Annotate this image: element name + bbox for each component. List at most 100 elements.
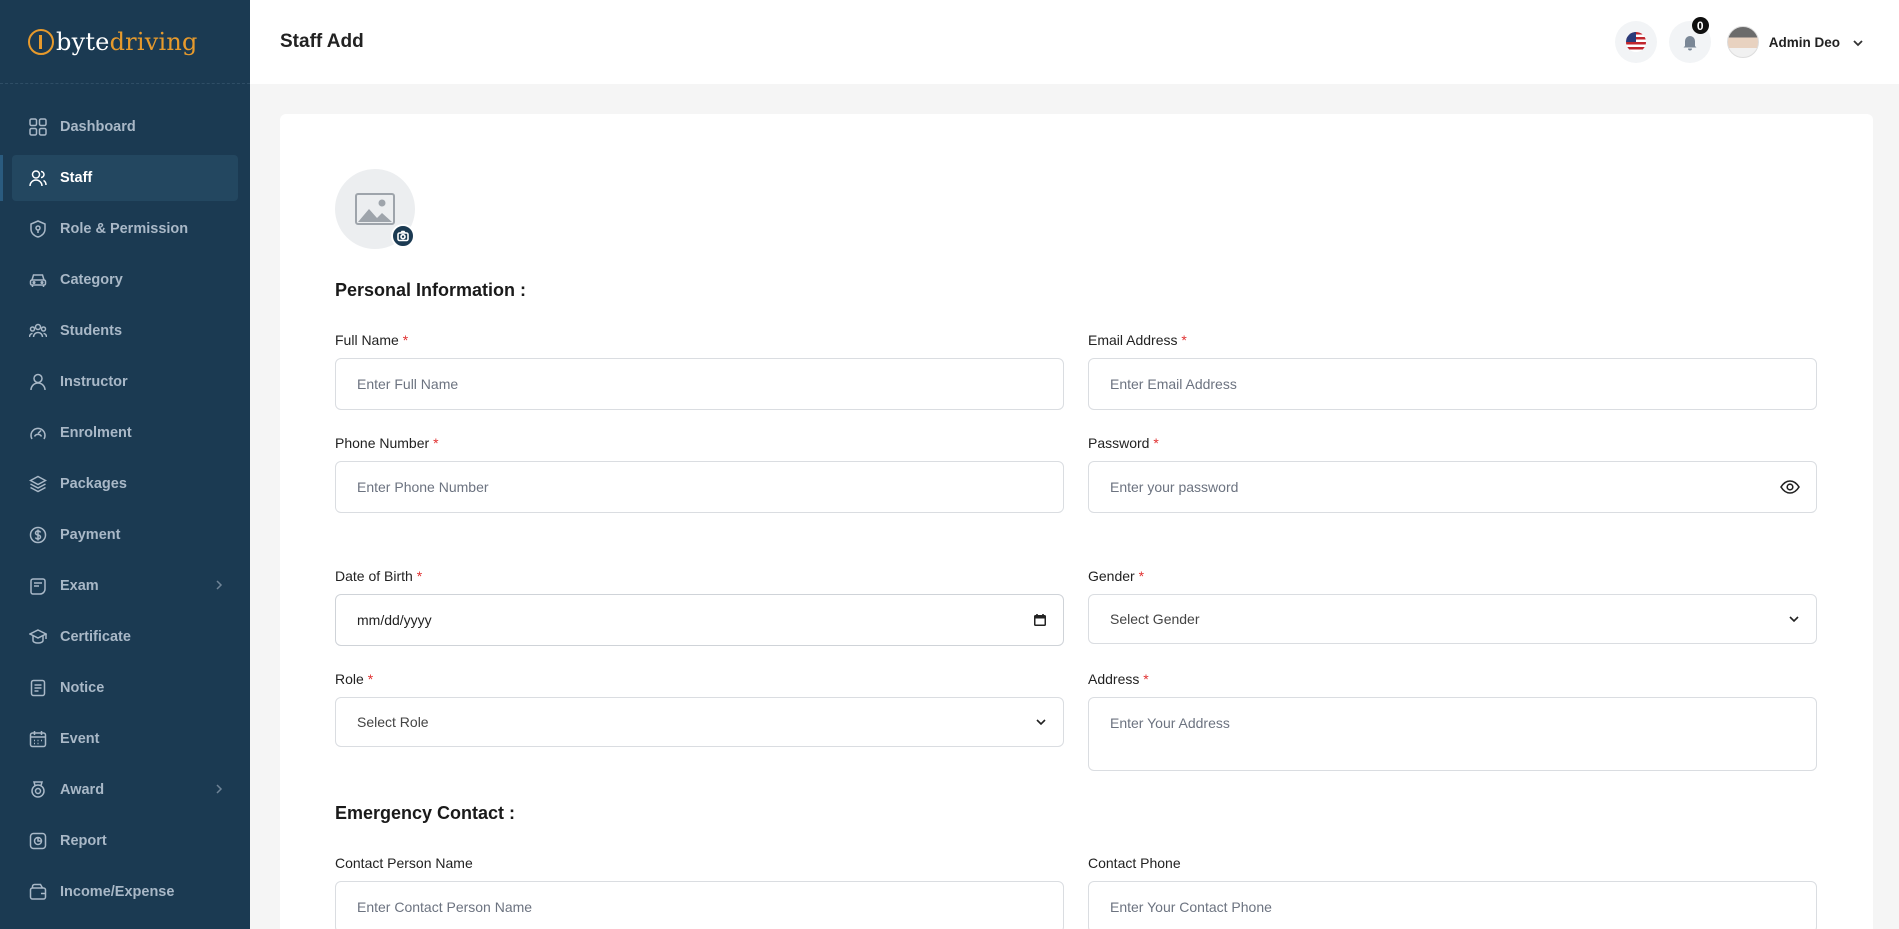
- contact-name-input[interactable]: Enter Contact Person Name: [335, 881, 1064, 929]
- exam-icon: [29, 577, 47, 595]
- required-asterisk: *: [1153, 435, 1159, 451]
- dashboard-icon: [29, 118, 47, 136]
- logo-text-byte: byte: [56, 27, 110, 56]
- sidebar-item-event[interactable]: Event: [12, 716, 238, 762]
- sidebar-item-students[interactable]: Students: [12, 308, 238, 354]
- required-asterisk: *: [402, 332, 409, 348]
- notice-icon: [29, 679, 47, 697]
- car-icon: [29, 271, 47, 289]
- layers-icon: [29, 475, 47, 493]
- sidebar-item-label: Enrolment: [60, 425, 132, 441]
- eye-icon[interactable]: [1780, 480, 1800, 494]
- sidebar-item-income-expense[interactable]: Income/Expense: [12, 869, 238, 915]
- sidebar-item-certificate[interactable]: Certificate: [12, 614, 238, 660]
- sidebar-item-label: Payment: [60, 527, 121, 543]
- notification-count-badge: 0: [1691, 17, 1709, 34]
- sidebar-item-label: Exam: [60, 578, 99, 594]
- sidebar-item-award[interactable]: Award: [12, 767, 238, 813]
- required-asterisk: *: [1138, 568, 1145, 584]
- dob-field: Date of Birth * mm/dd/yyyy: [335, 568, 1064, 646]
- contact-name-label: Contact Person Name: [335, 855, 473, 871]
- sidebar-item-payment[interactable]: Payment: [12, 512, 238, 558]
- contact-phone-input[interactable]: Enter Your Contact Phone: [1088, 881, 1817, 929]
- camera-icon: [397, 230, 409, 242]
- role-select[interactable]: Select Role: [335, 697, 1064, 747]
- students-icon: [29, 322, 47, 340]
- user-name: Admin Deo: [1768, 34, 1840, 50]
- dob-input[interactable]: mm/dd/yyyy: [335, 594, 1064, 646]
- password-field: Password * Enter your password: [1088, 435, 1817, 513]
- required-asterisk: *: [416, 568, 423, 584]
- sidebar-item-notice[interactable]: Notice: [12, 665, 238, 711]
- sidebar-item-report[interactable]: Report: [12, 818, 238, 864]
- sidebar-item-exam[interactable]: Exam: [12, 563, 238, 609]
- sidebar-item-label: Dashboard: [60, 119, 136, 135]
- chevron-down-icon: [1035, 716, 1047, 728]
- contact-phone-label: Contact Phone: [1088, 855, 1181, 871]
- phone-input[interactable]: Enter Phone Number: [335, 461, 1064, 513]
- full-name-input[interactable]: Enter Full Name: [335, 358, 1064, 410]
- sidebar: bytedriving Dashboard Staff Role & Permi…: [0, 0, 250, 929]
- role-field: Role * Select Role: [335, 671, 1064, 747]
- user-icon: [29, 373, 47, 391]
- contact-name-field: Contact Person Name Enter Contact Person…: [335, 855, 1064, 929]
- chevron-down-icon: [1788, 613, 1800, 625]
- sidebar-nav: Dashboard Staff Role & Permission Catego…: [0, 84, 250, 915]
- sidebar-item-packages[interactable]: Packages: [12, 461, 238, 507]
- full-name-field: Full Name * Enter Full Name: [335, 332, 1064, 410]
- notifications-button[interactable]: 0: [1668, 17, 1711, 63]
- sidebar-item-label: Role & Permission: [60, 221, 189, 237]
- emergency-contact-heading: Emergency Contact :: [335, 803, 516, 823]
- sidebar-item-label: Instructor: [60, 374, 128, 390]
- required-asterisk: *: [433, 435, 439, 451]
- chevron-right-icon: [212, 782, 226, 796]
- full-name-label: Full Name: [335, 332, 399, 348]
- wallet-icon: [29, 883, 47, 901]
- header-actions: 0 Admin Deo: [1603, 17, 1864, 63]
- staff-icon: [29, 169, 47, 187]
- report-icon: [29, 832, 47, 850]
- sidebar-item-label: Staff: [60, 170, 93, 186]
- required-asterisk: *: [367, 671, 374, 687]
- sidebar-item-label: Report: [60, 833, 107, 849]
- sidebar-item-label: Students: [60, 323, 123, 339]
- image-placeholder-icon: [355, 193, 395, 225]
- required-asterisk: *: [1143, 671, 1149, 687]
- gender-select[interactable]: Select Gender: [1088, 594, 1817, 644]
- graduation-cap-icon: [29, 628, 47, 646]
- phone-field: Phone Number * Enter Phone Number: [335, 435, 1064, 513]
- sidebar-item-label: Packages: [60, 476, 127, 492]
- award-icon: [29, 781, 47, 799]
- email-field: Email Address * Enter Email Address: [1088, 332, 1817, 410]
- sidebar-item-label: Award: [60, 782, 105, 798]
- sidebar-item-label: Notice: [60, 680, 105, 696]
- page-title: Staff Add: [280, 31, 364, 52]
- address-field: Address * Enter Your Address: [1088, 671, 1817, 771]
- email-label: Email Address: [1088, 332, 1178, 348]
- gender-field: Gender * Select Gender: [1088, 568, 1817, 644]
- password-input[interactable]: Enter your password: [1088, 461, 1817, 513]
- sidebar-item-label: Event: [60, 731, 100, 747]
- email-input[interactable]: Enter Email Address: [1088, 358, 1817, 410]
- camera-upload-button[interactable]: [391, 224, 415, 248]
- bell-icon: [1683, 36, 1697, 51]
- calendar-icon[interactable]: [1033, 613, 1047, 627]
- address-textarea[interactable]: Enter Your Address: [1088, 697, 1817, 771]
- sidebar-item-label: Category: [60, 272, 123, 288]
- calendar-icon: [29, 730, 47, 748]
- enrolment-icon: [29, 424, 47, 442]
- shield-icon: [29, 220, 47, 238]
- logo-text-driving: driving: [109, 27, 198, 56]
- sidebar-item-dashboard[interactable]: Dashboard: [12, 104, 238, 150]
- personal-information-heading: Personal Information :: [335, 280, 527, 300]
- sidebar-item-role-permission[interactable]: Role & Permission: [12, 206, 238, 252]
- sidebar-item-staff[interactable]: Staff: [0, 155, 238, 201]
- sidebar-item-enrolment[interactable]: Enrolment: [12, 410, 238, 456]
- phone-label: Phone Number: [335, 435, 430, 451]
- sidebar-item-category[interactable]: Category: [12, 257, 238, 303]
- dollar-icon: [29, 526, 47, 544]
- brand-logo[interactable]: bytedriving: [0, 0, 250, 84]
- user-menu[interactable]: Admin Deo: [1726, 26, 1864, 58]
- language-button[interactable]: [1614, 21, 1657, 63]
- sidebar-item-instructor[interactable]: Instructor: [12, 359, 238, 405]
